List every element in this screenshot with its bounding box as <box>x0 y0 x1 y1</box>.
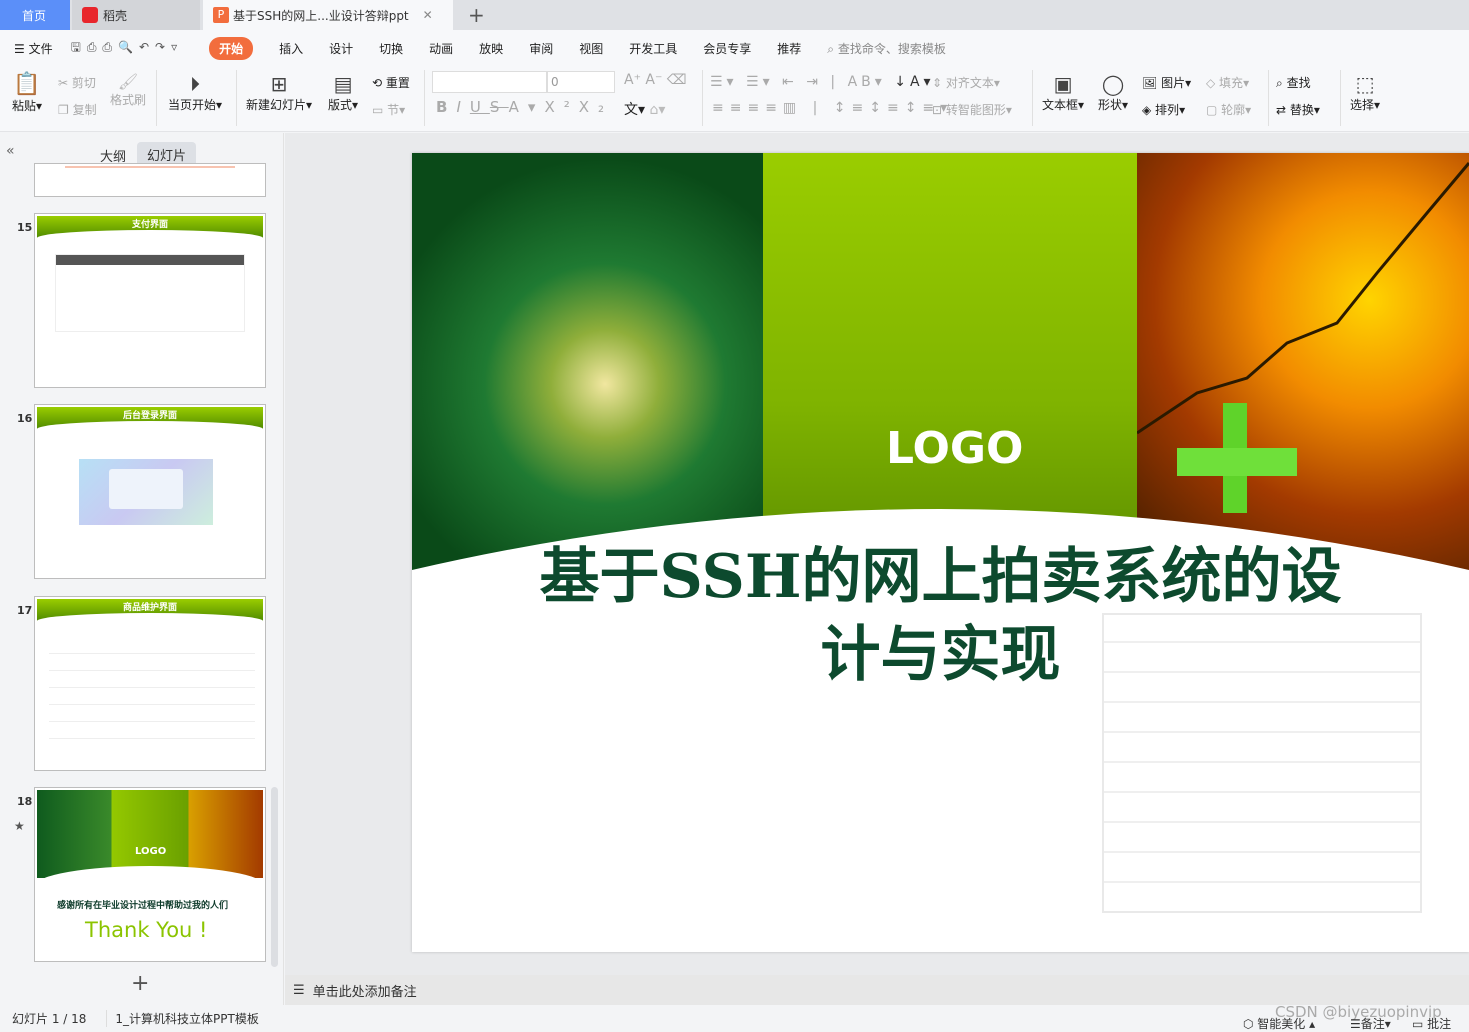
panel-scrollbar[interactable] <box>271 787 278 967</box>
collapse-panel-icon[interactable]: « <box>6 143 15 159</box>
slide-thumbnail-18[interactable]: LOGO 感谢所有在毕业设计过程中帮助过我的人们 Thank You ! <box>34 787 266 962</box>
font-size-controls[interactable]: A⁺ A⁻ ⌫ <box>624 72 687 88</box>
tab-document[interactable]: P 基于SSH的网上...业设计答辩ppt ✕ <box>203 0 453 30</box>
slide-title[interactable]: 基于SSH的网上拍卖系统的设 计与实现 <box>412 538 1469 694</box>
reset-button[interactable]: ⟲ 重置 <box>372 74 410 91</box>
file-menu[interactable]: ☰ 文件 <box>14 40 53 57</box>
quick-toolbar[interactable]: 🖫⎙⎙🔍↶↷▿ <box>71 38 184 59</box>
slide-thumbnail-14[interactable] <box>34 163 266 197</box>
slide-panel: « 大纲 幻灯片 15 支付界面 16 后台登录界面 17 商品维护界面 18 … <box>0 133 284 1005</box>
menu-tab-developer[interactable]: 开发工具 <box>629 40 677 57</box>
copy-button[interactable]: ❐ 复制 <box>58 101 97 118</box>
divider <box>156 70 157 126</box>
phonetic-button[interactable]: 文▾ ⌂▾ <box>624 99 665 119</box>
outline-button[interactable]: ▢ 轮廓▾ <box>1206 101 1251 118</box>
new-tab-button[interactable]: + <box>458 0 485 30</box>
menu-tab-design[interactable]: 设计 <box>329 40 353 57</box>
play-icon: ⏵ <box>190 72 201 96</box>
add-slide-button[interactable]: + <box>131 971 149 996</box>
menu-tab-member[interactable]: 会员专享 <box>703 40 751 57</box>
tab-daoke[interactable]: 稻壳 <box>72 0 200 30</box>
shape-button[interactable]: ◯ 形状▾ <box>1098 72 1128 113</box>
animation-star-icon: ★ <box>14 819 25 833</box>
brush-icon: 🖌 <box>117 72 139 91</box>
smart-shape-button[interactable]: ⊡ 转智能图形▾ <box>932 101 1012 118</box>
slide-editor[interactable]: LOGO 基于SSH的网上拍卖系统的设 计与实现 <box>412 153 1469 952</box>
section-button[interactable]: ▭ 节▾ <box>372 101 405 118</box>
menu-tab-start[interactable]: 开始 <box>209 36 254 60</box>
font-family-select[interactable] <box>432 71 547 93</box>
list-controls[interactable]: ☰▾ ☰▾ ⇤ ⇥ | AB▾ ↓A▾ <box>710 74 935 90</box>
command-search[interactable]: ⌕ 查找命令、搜索模板 <box>827 40 946 57</box>
notes-toggle[interactable]: ☰备注▾ <box>1350 1015 1391 1032</box>
layout-button[interactable]: ▤ 版式▾ <box>328 72 358 113</box>
layout-icon: ▤ <box>333 72 353 96</box>
slide-count: 幻灯片 1 / 18 <box>12 1012 87 1026</box>
menu-tab-animation[interactable]: 动画 <box>429 40 453 57</box>
shape-icon: ◯ <box>1101 72 1125 96</box>
menu-bar: ☰ 文件 🖫⎙⎙🔍↶↷▿ 开始 插入 设计 切换 动画 放映 审阅 视图 开发工… <box>0 30 1469 66</box>
search-icon: ⌕ <box>827 41 834 56</box>
smart-beautify-button[interactable]: ⬡ 智能美化 ▴ <box>1243 1015 1315 1032</box>
divider <box>702 70 703 126</box>
ppt-icon: P <box>213 7 229 23</box>
tab-bar: 首页 稻壳 P 基于SSH的网上...业设计答辩ppt ✕ + <box>0 0 1469 30</box>
divider <box>1268 70 1269 126</box>
font-style-controls[interactable]: BIUSA▾X²X₂ <box>436 98 613 116</box>
divider <box>424 70 425 126</box>
play-current-button[interactable]: ⏵ 当页开始▾ <box>168 72 222 113</box>
fill-button[interactable]: ◇ 填充▾ <box>1206 74 1249 91</box>
menu-tab-view[interactable]: 视图 <box>579 40 603 57</box>
cut-button[interactable]: ✂ 剪切 <box>58 74 96 91</box>
ribbon: 📋 粘贴▾ ✂ 剪切 ❐ 复制 🖌 格式刷 ⏵ 当页开始▾ ⊞ 新建幻灯片▾ ▤ 版式▾ … <box>0 66 1469 132</box>
notes-icon: ☰ <box>293 982 305 998</box>
text-box-icon: ▣ <box>1053 72 1073 96</box>
align-text-button[interactable]: ⇕ 对齐文本▾ <box>932 74 1000 91</box>
slide-thumbnail-15[interactable]: 支付界面 <box>34 213 266 388</box>
text-box-button[interactable]: ▣ 文本框▾ <box>1042 72 1084 113</box>
search-icon: ⌕ <box>1276 76 1283 90</box>
daoke-icon <box>82 7 98 23</box>
status-bar: 幻灯片 1 / 18 1_计算机科技立体PPT模板 CSDN @biyezuop… <box>0 1003 1469 1032</box>
menu-tab-transition[interactable]: 切换 <box>379 40 403 57</box>
new-slide-icon: ⊞ <box>270 72 288 96</box>
menu-tab-recommend[interactable]: 推荐 <box>777 40 801 57</box>
menu-tab-insert[interactable]: 插入 <box>279 40 303 57</box>
font-size-select[interactable]: 0 <box>547 71 615 93</box>
comment-toggle[interactable]: ▭ 批注 <box>1412 1015 1451 1032</box>
arrange-button[interactable]: ◈ 排列▾ <box>1142 101 1185 118</box>
format-painter-button[interactable]: 🖌 格式刷 <box>110 72 146 108</box>
new-slide-button[interactable]: ⊞ 新建幻灯片▾ <box>246 72 312 113</box>
template-name[interactable]: 1_计算机科技立体PPT模板 <box>106 1010 259 1027</box>
notes-bar[interactable]: ☰ 单击此处添加备注 <box>285 975 1469 1005</box>
replace-button[interactable]: ⇄ 替换▾ <box>1276 101 1320 118</box>
picture-button[interactable]: 🖼 图片▾ <box>1142 74 1191 91</box>
tab-home[interactable]: 首页 <box>0 0 70 30</box>
paste-button[interactable]: 📋 粘贴▾ <box>12 72 42 114</box>
slide-thumbnail-16[interactable]: 后台登录界面 <box>34 404 266 579</box>
menu-tab-slideshow[interactable]: 放映 <box>479 40 503 57</box>
divider <box>236 70 237 126</box>
divider <box>1032 70 1033 126</box>
slide-thumbnail-17[interactable]: 商品维护界面 <box>34 596 266 771</box>
select-cursor-icon: ⬚ <box>1355 72 1375 96</box>
paragraph-align-controls[interactable]: ≡≡≡≡▥ | ↕≡↕≡↕≡▾ <box>712 100 953 116</box>
menu-tab-review[interactable]: 审阅 <box>529 40 553 57</box>
select-button[interactable]: ⬚ 选择▾ <box>1350 72 1380 113</box>
clipboard-icon: 📋 <box>13 72 41 97</box>
find-button[interactable]: ⌕ 查找 <box>1276 74 1311 91</box>
logo-text: LOGO <box>886 423 1024 474</box>
divider <box>1340 70 1341 126</box>
close-icon[interactable]: ✕ <box>423 8 433 22</box>
